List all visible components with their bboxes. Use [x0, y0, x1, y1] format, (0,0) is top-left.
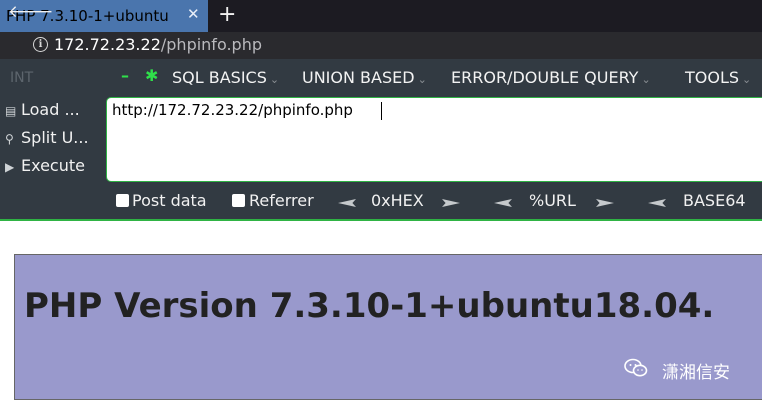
new-tab-button[interactable]: + [218, 2, 236, 27]
url-bar[interactable]: 172.72.23.22/phpinfo.php [54, 35, 262, 54]
int-dropdown[interactable]: INT [10, 70, 33, 86]
url-host: 172.72.23.22 [54, 35, 161, 54]
close-icon[interactable]: ✕ [187, 5, 200, 23]
load-url-button[interactable]: ▤ Load ... [5, 100, 80, 119]
chevron-down-icon: ⌄ [269, 73, 280, 86]
url-path: /phpinfo.php [160, 35, 262, 54]
hex-label: 0xHEX [371, 191, 424, 210]
play-icon: ▶ [5, 160, 15, 174]
page-title: PHP Version 7.3.10-1+ubuntu18.04. [24, 286, 715, 326]
post-data-checkbox[interactable] [116, 194, 129, 207]
url-label: %URL [529, 191, 576, 210]
chevron-down-icon: ⌄ [742, 73, 752, 86]
load-icon: ▤ [5, 104, 17, 118]
wechat-icon [624, 358, 648, 377]
text-cursor [381, 102, 382, 120]
back-arrow-icon[interactable]: 🡐 [8, 2, 54, 22]
url-textarea-value: http://172.72.23.22/phpinfo.php [112, 101, 353, 119]
php-info-header [14, 254, 762, 400]
menu-tools[interactable]: TOOLS ⌄ [685, 68, 751, 87]
menu-error-double-query[interactable]: ERROR/DOUBLE QUERY ⌄ [451, 68, 651, 87]
split-icon: ⚲ [5, 132, 14, 146]
chevron-down-icon: ⌄ [641, 73, 651, 86]
base64-label: BASE64 [683, 191, 746, 210]
post-data-label: Post data [132, 191, 207, 210]
execute-button[interactable]: ▶ Execute [5, 156, 85, 175]
asterisk-icon[interactable]: ✱ [145, 66, 158, 85]
watermark-text: 潇湘信安 [662, 363, 730, 383]
chevron-down-icon: ⌄ [417, 73, 427, 86]
split-url-button[interactable]: ⚲ Split U... [5, 128, 89, 147]
minus-icon[interactable]: – [121, 66, 129, 85]
referrer-label: Referrer [249, 191, 314, 210]
referrer-checkbox[interactable] [232, 194, 245, 207]
menu-union-based[interactable]: UNION BASED ⌄ [302, 68, 427, 87]
info-icon[interactable]: i [33, 37, 48, 52]
menu-sql-basics[interactable]: SQL BASICS ⌄ [172, 68, 279, 87]
